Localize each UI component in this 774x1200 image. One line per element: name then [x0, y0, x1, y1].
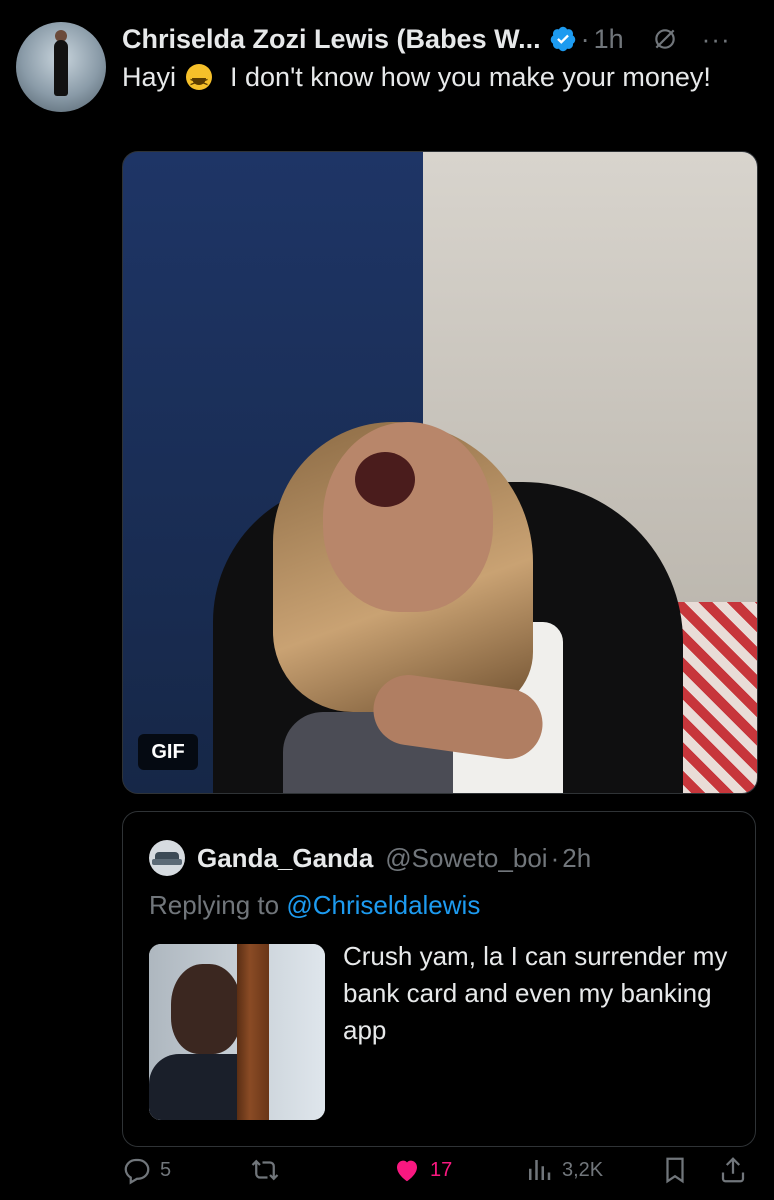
quote-image[interactable]	[149, 944, 325, 1120]
header-separator: ·	[580, 23, 590, 54]
views-button[interactable]: 3,2K	[524, 1150, 603, 1190]
quoted-tweet[interactable]: Ganda_Ganda @Soweto_boi · 2h Replying to…	[122, 811, 756, 1147]
replying-prefix: Replying to	[149, 890, 280, 920]
reply-count: 5	[160, 1158, 172, 1181]
tweet-time[interactable]: 1h	[594, 24, 624, 55]
gif-woman-mouth	[355, 452, 415, 507]
quote-author-avatar[interactable]	[149, 840, 185, 876]
view-count: 3,2K	[562, 1158, 604, 1181]
quote-image-door	[237, 944, 269, 1120]
bookmark-icon	[666, 1157, 684, 1184]
author-name[interactable]: Chriselda Zozi Lewis (Babes W...	[122, 24, 541, 55]
views-chart-icon	[529, 1160, 551, 1180]
verified-badge-icon	[550, 26, 575, 52]
tweet-text-part-2: I don't know how you make your money!	[230, 62, 711, 92]
replying-mention-link[interactable]: @Chriseldalewis	[286, 890, 480, 920]
gif-woman-face	[323, 422, 493, 612]
more-options-icon[interactable]: ···	[702, 24, 731, 55]
action-bar: 5 17 3,2K	[0, 1150, 774, 1190]
quote-separator: ·	[550, 842, 560, 873]
repost-icon	[251, 1159, 279, 1181]
reply-button[interactable]: 5	[122, 1150, 171, 1190]
quote-author-handle[interactable]: @Soweto_boi	[385, 843, 547, 874]
avatar-figure-body	[54, 40, 68, 96]
author-avatar[interactable]	[16, 22, 106, 112]
like-button[interactable]: 17	[392, 1150, 452, 1190]
gif-badge: GIF	[138, 734, 198, 770]
replying-to: Replying to @Chriseldalewis	[149, 890, 480, 921]
quote-image-man	[171, 964, 241, 1054]
tweet-gif[interactable]	[122, 151, 758, 794]
like-count: 17	[430, 1158, 453, 1181]
reply-icon	[124, 1158, 150, 1185]
tweet-text-part-1: Hayi	[122, 62, 177, 92]
share-icon	[721, 1157, 745, 1183]
repost-button[interactable]	[250, 1150, 288, 1190]
grinning-squinting-face-icon	[186, 64, 213, 99]
quote-text: Crush yam, la I can surrender my bank ca…	[343, 941, 728, 1045]
tweet-text: Hayi I don't know how you make your money…	[122, 60, 742, 99]
share-button[interactable]	[718, 1150, 748, 1190]
avatar-car-body	[152, 859, 182, 865]
bookmark-button[interactable]	[660, 1150, 690, 1190]
heart-filled-icon	[397, 1160, 417, 1182]
quote-header: Ganda_Ganda @Soweto_boi · 2h	[197, 840, 591, 876]
grok-icon[interactable]	[652, 26, 678, 52]
quote-author-name[interactable]: Ganda_Ganda	[197, 843, 373, 874]
tweet-header: Chriselda Zozi Lewis (Babes W... · 1h ··…	[122, 22, 758, 56]
quote-time[interactable]: 2h	[562, 843, 591, 874]
